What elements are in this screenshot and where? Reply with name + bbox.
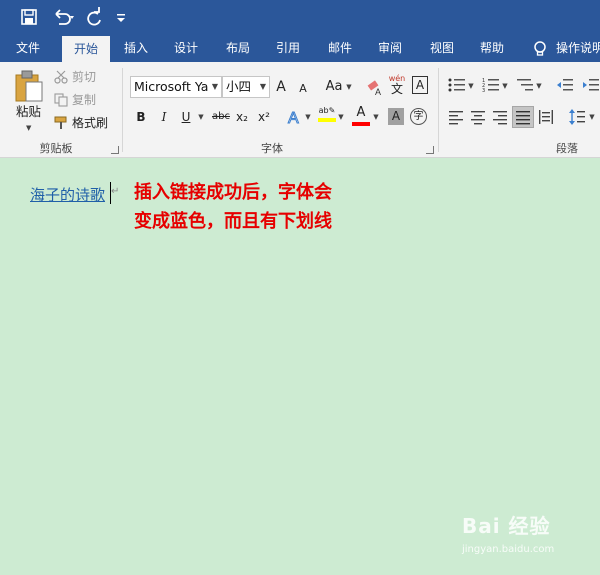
strikethrough-button[interactable]: abc (210, 107, 232, 127)
underline-dropdown[interactable]: ▼ (197, 107, 205, 127)
character-border-button[interactable]: A (412, 76, 428, 94)
tab-references[interactable]: 引用 (266, 34, 310, 62)
chevron-down-icon: ▼ (259, 82, 266, 91)
multilevel-list-icon[interactable] (516, 77, 534, 93)
ribbon: 粘贴 ▼ 剪切 复制 格式刷 剪贴板 Microsoft Ya ▼ 小四 ▼ A… (0, 62, 600, 158)
change-case-dropdown[interactable]: ▼ (345, 77, 353, 97)
font-size-combobox[interactable]: 小四 ▼ (222, 76, 270, 98)
font-name-value: Microsoft Ya (134, 79, 209, 94)
tab-design[interactable]: 设计 (164, 34, 208, 62)
tab-mailings[interactable]: 邮件 (318, 34, 362, 62)
tab-insert[interactable]: 插入 (114, 34, 158, 62)
font-dialog-launcher[interactable] (426, 146, 434, 154)
phonetic-guide-char: 文 (390, 82, 403, 96)
enclose-characters-button[interactable]: 字 (410, 108, 427, 125)
align-right-icon[interactable] (492, 109, 508, 125)
text-effects-icon[interactable]: A (286, 107, 304, 128)
increase-indent-icon[interactable] (582, 77, 600, 93)
cut-button[interactable]: 剪切 (72, 67, 96, 87)
lightbulb-icon (534, 41, 546, 56)
save-icon[interactable] (18, 6, 40, 28)
tab-review[interactable]: 审阅 (368, 34, 412, 62)
undo-icon[interactable] (50, 6, 76, 28)
multilevel-dropdown[interactable]: ▼ (535, 76, 543, 96)
line-spacing-icon[interactable] (568, 108, 586, 126)
justify-button[interactable] (512, 106, 534, 128)
tab-help[interactable]: 帮助 (470, 34, 514, 62)
numbering-dropdown[interactable]: ▼ (501, 76, 509, 96)
font-name-combobox[interactable]: Microsoft Ya ▼ (130, 76, 222, 98)
tab-tell-me[interactable]: 操作说明 (556, 34, 600, 62)
svg-text:A: A (288, 110, 299, 127)
paragraph-group-label: 段落 (556, 142, 578, 155)
numbering-icon[interactable]: 1 2 3 (482, 77, 500, 93)
tab-file[interactable]: 文件 (6, 34, 50, 62)
italic-button[interactable]: I (157, 107, 171, 127)
highlighter-icon: ab✎ (318, 106, 336, 115)
paste-dropdown[interactable]: ▼ (26, 118, 31, 138)
font-color-letter: A (356, 105, 366, 120)
tab-layout[interactable]: 布局 (216, 34, 260, 62)
bullets-dropdown[interactable]: ▼ (467, 76, 475, 96)
format-painter-icon[interactable] (54, 116, 68, 130)
text-effects-dropdown[interactable]: ▼ (304, 107, 312, 127)
ribbon-tabs: 文件 开始 插入 设计 布局 引用 邮件 审阅 视图 帮助 操作说明 (0, 34, 600, 62)
justify-icon (516, 111, 530, 125)
annotation-line-2: 变成蓝色，而且有下划线 (134, 211, 332, 232)
font-group-label: 字体 (261, 142, 283, 155)
format-painter-button[interactable]: 格式刷 (72, 113, 108, 133)
font-color-dropdown[interactable]: ▼ (372, 107, 380, 127)
character-shading-button[interactable]: A (388, 108, 404, 125)
annotation-line-1: 插入链接成功后，字体会 (134, 182, 332, 203)
phonetic-guide-button[interactable]: wén 文 (388, 73, 406, 101)
align-left-icon[interactable] (448, 109, 464, 125)
baidu-watermark-url: jingyan.baidu.com (462, 544, 555, 555)
chevron-down-icon: ▼ (211, 82, 218, 91)
font-size-value: 小四 (226, 79, 252, 94)
highlight-color-swatch (318, 118, 336, 122)
shrink-font-button[interactable]: A (296, 79, 310, 99)
title-bar (0, 0, 600, 34)
tab-home[interactable]: 开始 (62, 36, 110, 62)
line-spacing-dropdown[interactable]: ▼ (588, 107, 596, 127)
clipboard-group-label: 剪贴板 (39, 142, 73, 155)
change-case-button[interactable]: Aa (323, 77, 345, 97)
font-color-swatch (352, 122, 370, 126)
align-center-icon[interactable] (470, 109, 486, 125)
clipboard-dialog-launcher[interactable] (111, 146, 119, 154)
subscript-button[interactable]: x₂ (234, 107, 250, 127)
bold-button[interactable]: B (134, 107, 148, 127)
superscript-button[interactable]: x² (256, 107, 272, 127)
grow-font-button[interactable]: A (273, 77, 289, 97)
copy-icon[interactable] (54, 93, 68, 107)
group-divider (122, 68, 123, 152)
baidu-watermark: Bai 经验 (462, 514, 551, 538)
distributed-icon[interactable] (538, 109, 554, 125)
svg-text:3: 3 (482, 88, 485, 93)
underline-button[interactable]: U (179, 107, 193, 127)
group-divider (438, 68, 439, 152)
highlight-color-button[interactable]: ab✎ (318, 106, 336, 128)
cut-icon[interactable] (54, 70, 68, 84)
bullets-icon[interactable] (448, 77, 466, 93)
tab-view[interactable]: 视图 (420, 34, 464, 62)
svg-text:A: A (375, 87, 381, 96)
decrease-indent-icon[interactable] (556, 77, 574, 93)
customize-icon[interactable] (114, 6, 128, 28)
hyperlink-text[interactable]: 海子的诗歌 (30, 184, 105, 205)
paragraph-mark: ↵ (111, 186, 120, 197)
redo-icon[interactable] (84, 6, 104, 28)
font-color-button[interactable]: A (352, 106, 370, 128)
paste-icon[interactable] (14, 70, 44, 102)
highlight-dropdown[interactable]: ▼ (337, 107, 345, 127)
clear-formatting-icon[interactable]: A (366, 78, 384, 96)
copy-button[interactable]: 复制 (72, 90, 96, 110)
